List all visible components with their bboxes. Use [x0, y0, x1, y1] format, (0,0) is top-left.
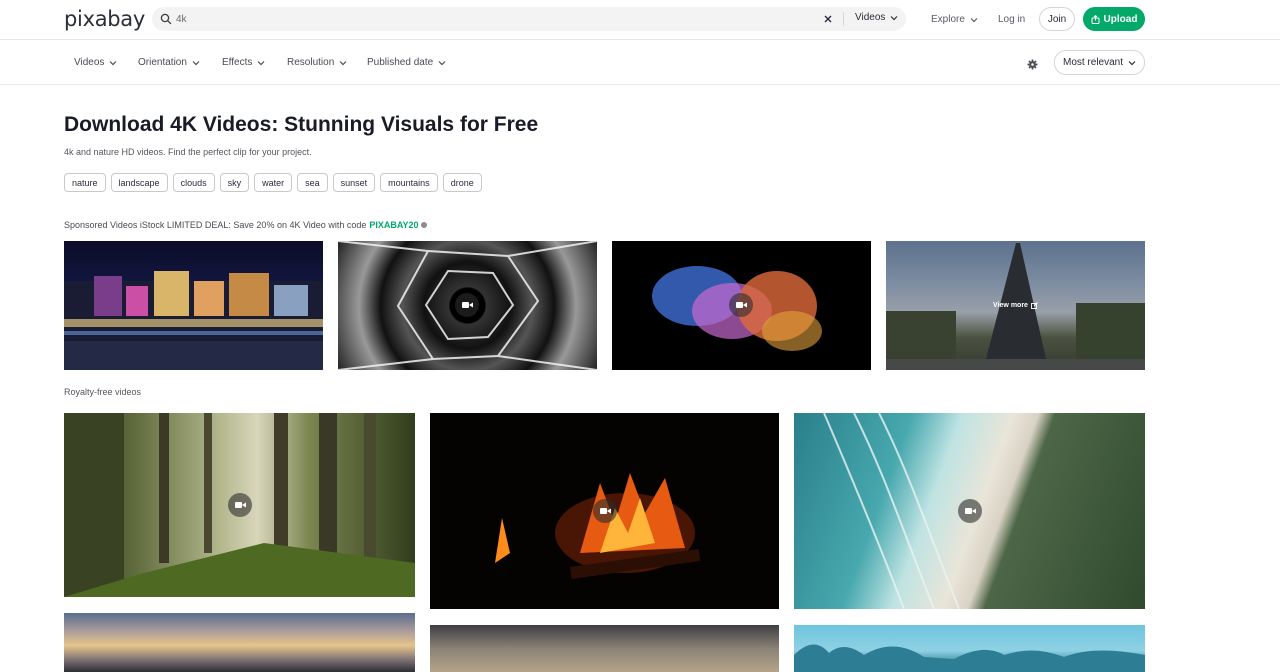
explore-menu[interactable]: Explore	[931, 14, 978, 25]
tag-mountains[interactable]: mountains	[380, 173, 438, 192]
sort-label: Most relevant	[1062, 57, 1124, 68]
video-aerial-beach[interactable]	[794, 413, 1145, 609]
gear-icon	[1027, 59, 1038, 70]
tag-list: nature landscape clouds sky water sea su…	[64, 173, 482, 192]
search-icon	[160, 13, 172, 25]
video-karst-mountains[interactable]	[794, 625, 1145, 672]
pixabay-logo[interactable]: pixabay	[64, 7, 145, 31]
join-button[interactable]: Join	[1039, 7, 1075, 31]
upload-button[interactable]: Upload	[1083, 7, 1145, 31]
sponsored-video-light-tunnel[interactable]	[338, 241, 597, 370]
tag-water[interactable]: water	[254, 173, 293, 192]
filter-videos[interactable]: Videos	[74, 57, 117, 68]
video-camera-icon	[461, 302, 473, 308]
video-campfire[interactable]	[430, 413, 779, 609]
explore-label: Explore	[931, 14, 965, 25]
view-more-label: View more	[993, 302, 1028, 309]
video-badge	[593, 499, 617, 523]
chevron-down-icon	[890, 15, 898, 20]
login-link[interactable]: Log in	[998, 14, 1025, 25]
filter-label: Videos	[74, 57, 105, 68]
promo-code[interactable]: PIXABAY20	[369, 220, 418, 230]
video-dusk-sky[interactable]	[430, 625, 779, 672]
video-sunset-clouds[interactable]	[64, 613, 415, 672]
video-forest[interactable]	[64, 413, 415, 597]
view-more-overlay[interactable]: View more	[886, 241, 1145, 370]
filter-bar: Videos Orientation Effects Resolution Pu…	[0, 40, 1280, 85]
sponsored-text: Sponsored Videos iStock LIMITED DEAL: Sa…	[64, 220, 367, 230]
filter-resolution[interactable]: Resolution	[287, 57, 347, 68]
chevron-down-icon	[970, 17, 978, 22]
sponsored-video-city-night[interactable]	[64, 241, 323, 370]
karst-art	[794, 644, 1145, 672]
search-type-label: Videos	[855, 12, 886, 23]
external-link-icon	[1030, 302, 1038, 309]
page-subtitle: 4k and nature HD videos. Find the perfec…	[64, 147, 312, 157]
chevron-down-icon	[438, 60, 446, 65]
video-badge	[958, 499, 982, 523]
settings-button[interactable]	[1027, 57, 1038, 75]
filter-effects[interactable]: Effects	[222, 57, 265, 68]
chevron-down-icon	[109, 60, 117, 65]
search-divider	[843, 12, 844, 26]
chevron-down-icon	[192, 60, 200, 65]
search-type-select[interactable]: Videos	[855, 12, 898, 23]
video-badge	[729, 293, 753, 317]
search-input[interactable]	[176, 10, 816, 28]
tag-sea[interactable]: sea	[297, 173, 328, 192]
tag-landscape[interactable]: landscape	[110, 173, 168, 192]
video-badge	[455, 293, 479, 317]
filter-label: Resolution	[287, 57, 335, 68]
sponsored-banner: Sponsored Videos iStock LIMITED DEAL: Sa…	[64, 220, 427, 230]
video-camera-icon	[599, 508, 611, 514]
tag-nature[interactable]: nature	[64, 173, 106, 192]
chevron-down-icon	[257, 60, 265, 65]
tag-clouds[interactable]: clouds	[172, 173, 215, 192]
chevron-down-icon	[1128, 60, 1136, 65]
sort-dropdown[interactable]: Most relevant	[1054, 50, 1145, 75]
filter-label: Effects	[222, 57, 253, 68]
tag-sky[interactable]: sky	[219, 173, 250, 192]
sponsored-video-color-smoke[interactable]	[612, 241, 871, 370]
sponsored-view-more-tile[interactable]: View more	[886, 241, 1145, 370]
search-bar[interactable]: Videos	[152, 7, 906, 31]
royalty-free-label: Royalty-free videos	[64, 387, 142, 397]
top-header: pixabay Videos Explore Log in Join	[0, 0, 1280, 40]
chevron-down-icon	[339, 60, 347, 65]
page-title: Download 4K Videos: Stunning Visuals for…	[64, 113, 539, 136]
clear-search-button[interactable]	[820, 11, 836, 27]
info-icon[interactable]	[420, 222, 427, 228]
filter-label: Published date	[367, 57, 434, 68]
tag-sunset[interactable]: sunset	[332, 173, 376, 192]
video-camera-icon	[735, 302, 747, 308]
filter-published-date[interactable]: Published date	[367, 57, 446, 68]
city-skyline-art	[64, 271, 323, 370]
filter-orientation[interactable]: Orientation	[138, 57, 200, 68]
upload-label: Upload	[1103, 13, 1138, 25]
close-icon	[824, 15, 832, 23]
video-badge	[228, 493, 252, 517]
tag-drone[interactable]: drone	[442, 173, 482, 192]
upload-icon	[1091, 14, 1100, 24]
video-camera-icon	[964, 508, 976, 514]
video-camera-icon	[234, 502, 246, 508]
filter-label: Orientation	[138, 57, 187, 68]
